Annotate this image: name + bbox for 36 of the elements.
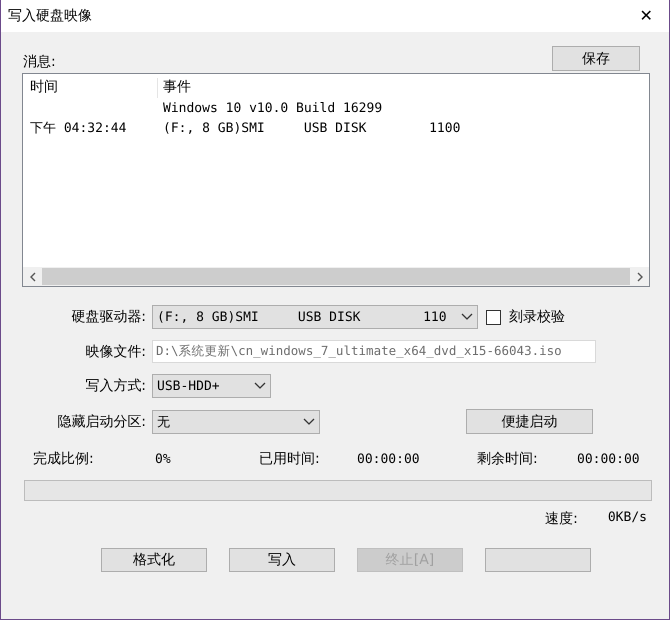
hidden-partition-label: 隐藏启动分区: — [56, 412, 147, 430]
stat-label: 剩余时间: — [477, 450, 539, 468]
event-cell-text: Windows 10 v10.0 Build 16299 — [162, 100, 384, 116]
drive-dropdown[interactable]: (F:, 8 GB)SMI USB DISK 110 — [152, 305, 478, 329]
event-cell-text: (F:, 8 GB)SMI USB DISK 1100 — [162, 120, 462, 136]
image-file-label: 映像文件: — [84, 342, 147, 360]
write-method-dropdown[interactable]: USB-HDD+ — [152, 374, 271, 398]
stat-value: 00:00:00 — [357, 452, 421, 466]
write-method-label: 写入方式: — [84, 377, 147, 395]
messages-label: 消息: — [23, 53, 56, 71]
stat-label: 已用时间: — [259, 450, 321, 468]
speed-label: 速度: — [545, 510, 578, 528]
speed-value: 0KB/s — [608, 510, 647, 527]
time-cell-text: 下午 04:32:44 — [29, 120, 128, 137]
column-header[interactable]: 事件 — [157, 78, 649, 98]
scrollbar-thumb[interactable] — [42, 268, 630, 285]
dialog-button[interactable]: 写入 — [229, 548, 335, 572]
dialog-button[interactable]: 格式化 — [101, 548, 207, 572]
stat-value: 00:00:00 — [577, 452, 641, 466]
scroll-right-icon[interactable] — [636, 272, 642, 282]
column-header[interactable]: 时间 — [23, 78, 157, 98]
chevron-down-icon — [461, 313, 473, 321]
drive-label: 硬盘驱动器: — [70, 308, 147, 326]
stat-value: 0% — [155, 452, 172, 466]
quick-boot-button[interactable]: 便捷启动 — [466, 409, 593, 434]
verify-label: 刻录校验 — [509, 308, 565, 326]
scroll-left-icon[interactable] — [30, 272, 36, 282]
save-button[interactable]: 保存 — [552, 46, 640, 71]
image-file-field[interactable]: D:\系统更新\cn_windows_7_ultimate_x64_dvd_x15-66043.iso — [152, 340, 596, 363]
chevron-down-icon — [254, 382, 266, 390]
window-title: 写入硬盘映像 — [8, 7, 92, 25]
close-button[interactable]: ✕ — [623, 0, 669, 32]
verify-checkbox[interactable] — [486, 310, 501, 324]
stat-label: 完成比例: — [33, 450, 95, 468]
chevron-down-icon — [303, 418, 315, 426]
hidden-partition-dropdown[interactable]: 无 — [152, 410, 320, 434]
